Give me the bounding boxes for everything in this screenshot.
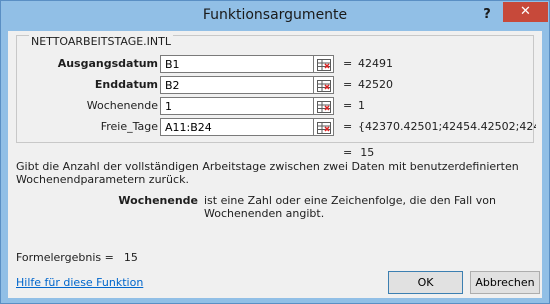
ok-button[interactable]: OK	[388, 271, 463, 294]
help-link[interactable]: Hilfe für diese Funktion	[16, 276, 143, 289]
enddatum-input[interactable]	[160, 76, 314, 94]
range-selector-button[interactable]	[314, 55, 334, 73]
cancel-button[interactable]: Abbrechen	[470, 271, 540, 294]
freie-tage-input[interactable]	[160, 118, 314, 136]
wochenende-input[interactable]	[160, 97, 314, 115]
argument-label: Enddatum	[94, 78, 158, 91]
argument-row-freie-tage: Freie_Tage = {42370.42501;42454.42502;42…	[8, 118, 542, 136]
range-selector-button[interactable]	[314, 76, 334, 94]
argument-result: {42370.42501;42454.42502;42456.42...	[358, 120, 536, 133]
equals-sign: =	[343, 146, 353, 159]
dialog-body: NETTOARBEITSTAGE.INTL Ausgangsdatum = 42…	[8, 31, 542, 298]
argument-result: 1	[358, 99, 365, 112]
equals-sign: =	[343, 99, 353, 112]
formula-result: Formelergebnis = 15	[16, 251, 138, 264]
argument-row-wochenende: Wochenende = 1	[8, 97, 542, 115]
collapse-dialog-icon	[317, 101, 331, 113]
dialog-title: Funktionsargumente	[202, 7, 348, 23]
argument-result: 42520	[358, 78, 393, 91]
range-selector-button[interactable]	[314, 118, 334, 136]
equals-sign: =	[343, 120, 353, 133]
argument-label: Wochenende	[86, 99, 158, 112]
close-button[interactable]: ✕	[503, 2, 548, 22]
parameter-help-name: Wochenende	[118, 194, 198, 207]
argument-label: Ausgangsdatum	[57, 57, 158, 70]
help-button[interactable]: ?	[475, 5, 499, 25]
formula-result-value: 15	[123, 251, 138, 264]
dialog-window: Funktionsargumente ? ✕ NETTOARBEITSTAGE.…	[0, 0, 550, 304]
ausgangsdatum-input[interactable]	[160, 55, 314, 73]
function-result: = 15	[343, 146, 374, 159]
title-bar: Funktionsargumente ? ✕	[1, 1, 549, 31]
parameter-help-text: ist eine Zahl oder eine Zeichenfolge, di…	[204, 194, 496, 220]
argument-result: 42491	[358, 57, 393, 70]
collapse-dialog-icon	[317, 122, 331, 134]
close-icon: ✕	[520, 4, 531, 19]
collapse-dialog-icon	[317, 59, 331, 71]
function-name: NETTOARBEITSTAGE.INTL	[29, 35, 173, 48]
range-selector-button[interactable]	[314, 97, 334, 115]
argument-label: Freie_Tage	[100, 120, 158, 133]
equals-sign: =	[343, 57, 353, 70]
formula-result-label: Formelergebnis =	[16, 251, 114, 264]
function-description: Gibt die Anzahl der vollständigen Arbeit…	[16, 160, 519, 186]
equals-sign: =	[343, 78, 353, 91]
collapse-dialog-icon	[317, 80, 331, 92]
argument-row-enddatum: Enddatum = 42520	[8, 76, 542, 94]
argument-row-ausgangsdatum: Ausgangsdatum = 42491	[8, 55, 542, 73]
function-result-value: 15	[360, 146, 375, 159]
